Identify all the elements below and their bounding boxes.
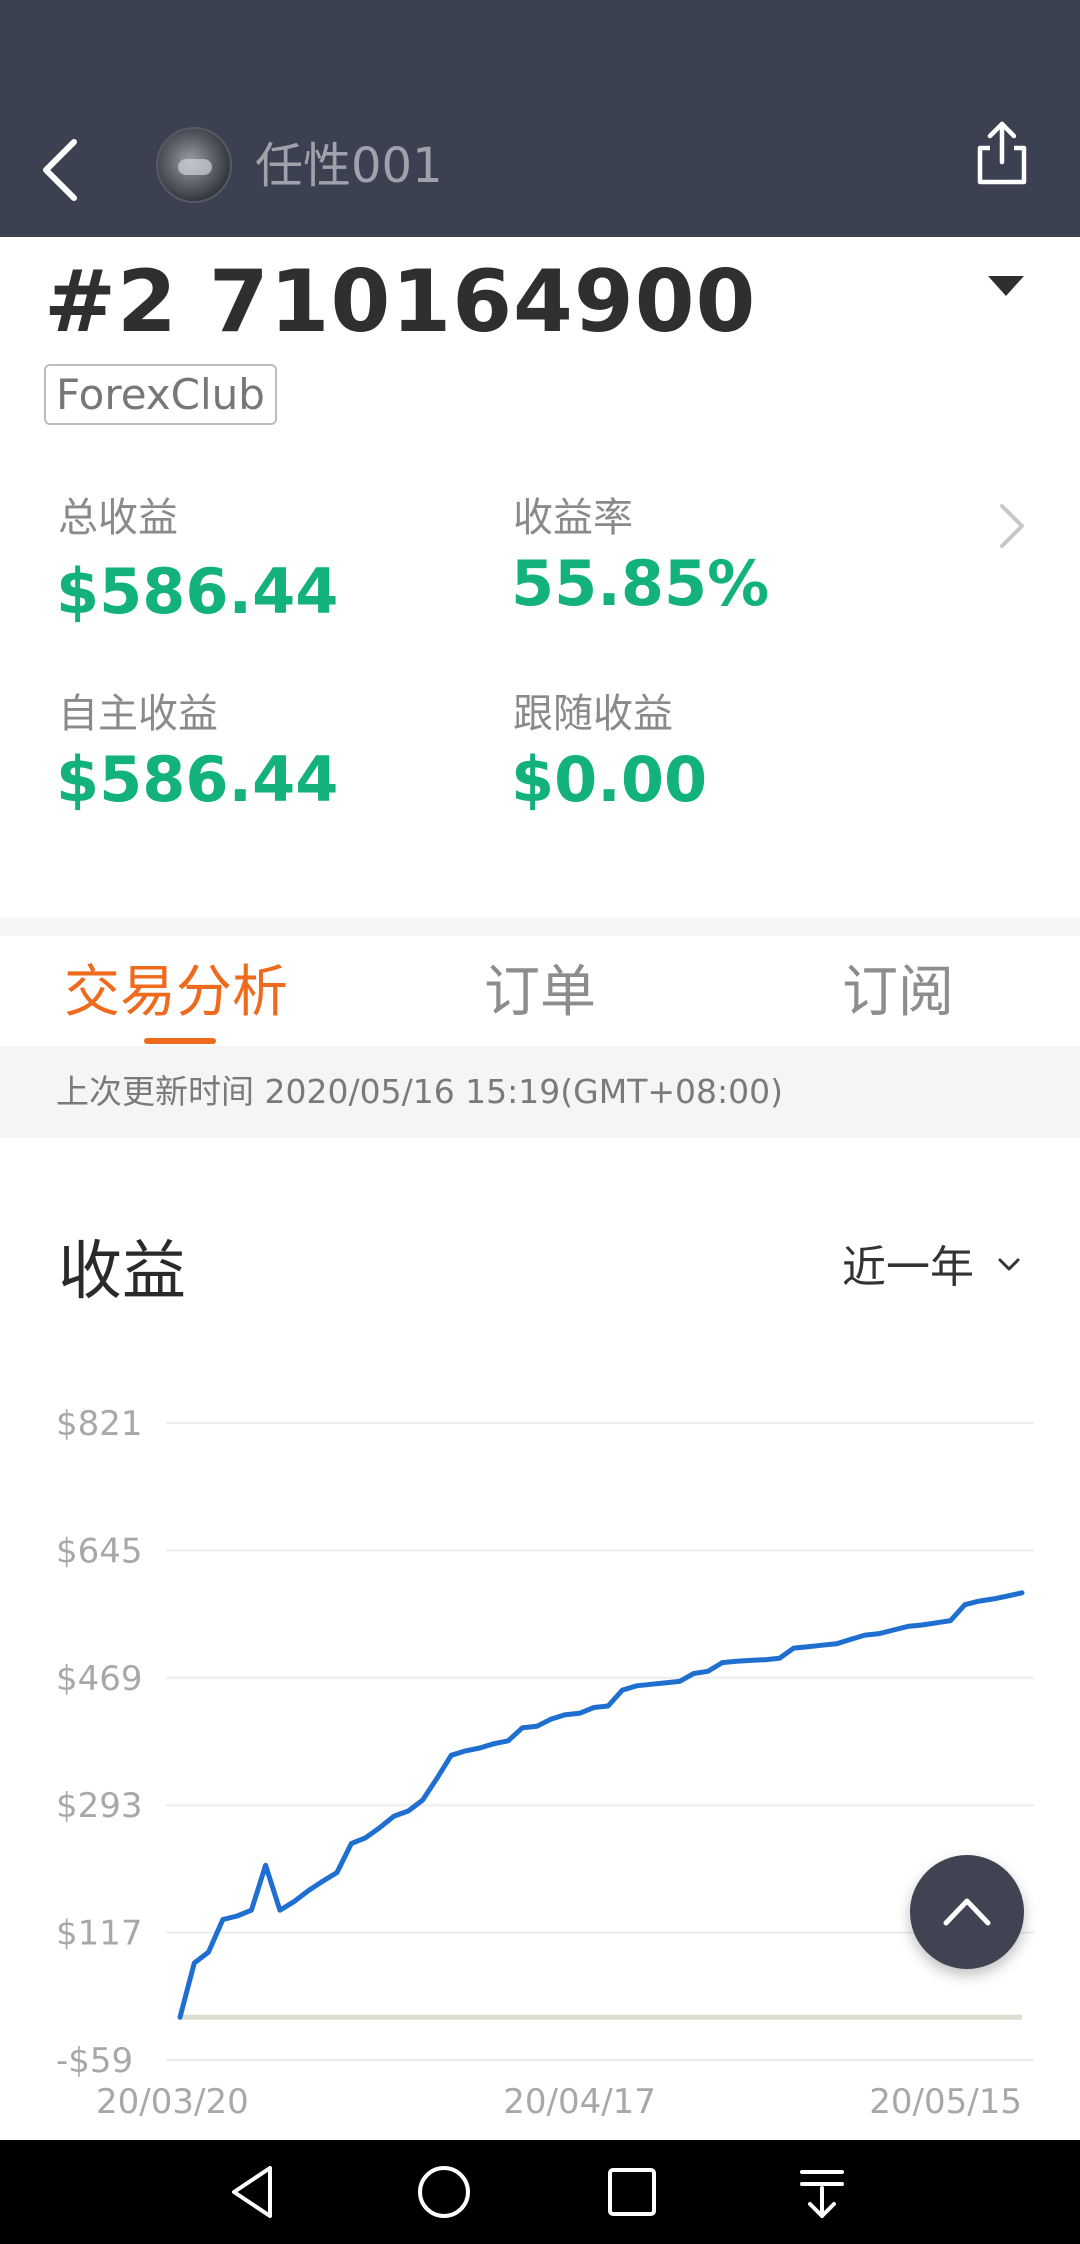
total-profit-value: $586.44: [56, 555, 339, 628]
tab-subscriptions[interactable]: 订阅: [842, 956, 954, 1030]
system-nav-bar: [0, 2140, 1080, 2244]
account-dropdown-icon[interactable]: [988, 276, 1024, 296]
chevron-right-icon[interactable]: [994, 500, 1030, 552]
scroll-to-top-button[interactable]: [910, 1855, 1024, 1969]
nav-back-icon[interactable]: [224, 2160, 288, 2224]
chart-title: 收益: [58, 1235, 186, 1309]
return-rate-value: 55.85%: [511, 547, 770, 620]
avatar[interactable]: [156, 127, 232, 203]
total-profit-label: 总收益: [58, 495, 178, 541]
period-select[interactable]: 近一年: [842, 1240, 974, 1296]
last-update-text: 上次更新时间 2020/05/16 15:19(GMT+08:00): [56, 1072, 783, 1111]
y-tick-label: $469: [56, 1659, 143, 1699]
chevron-down-icon[interactable]: [996, 1256, 1022, 1274]
tab-orders[interactable]: 订单: [484, 956, 596, 1030]
nav-notifications-icon[interactable]: [790, 2160, 854, 2224]
profit-line-chart: $821 $645 $469 $293 $117 -$5920/03/20 20/04/17…: [56, 1404, 1034, 2120]
active-tab-indicator: [144, 1038, 216, 1044]
share-icon[interactable]: [970, 118, 1034, 188]
follow-profit-label: 跟随收益: [513, 691, 673, 737]
x-tick-label: 20/03/20: [96, 2082, 249, 2120]
chevron-up-icon: [943, 1898, 991, 1926]
y-tick-label: $645: [56, 1531, 143, 1571]
back-arrow-icon[interactable]: [34, 132, 94, 208]
x-tick-label: 20/05/15: [869, 2082, 1022, 2120]
broker-badge: ForexClub: [44, 364, 277, 425]
top-app-bar: 任性001: [0, 0, 1080, 237]
follow-profit-value: $0.00: [511, 743, 708, 816]
y-tick-label: $821: [56, 1404, 143, 1444]
section-divider: [0, 918, 1080, 936]
account-number: #2 710164900: [44, 252, 757, 352]
username: 任性001: [255, 138, 443, 194]
own-profit-value: $586.44: [56, 743, 339, 816]
own-profit-label: 自主收益: [58, 691, 218, 737]
y-tick-label: $117: [56, 1914, 143, 1954]
nav-home-icon[interactable]: [412, 2160, 476, 2224]
tab-trade-analysis[interactable]: 交易分析: [64, 956, 288, 1030]
y-tick-label: -$59: [56, 2041, 133, 2081]
nav-recents-icon[interactable]: [600, 2160, 664, 2224]
y-tick-label: $293: [56, 1786, 143, 1826]
return-rate-label: 收益率: [513, 495, 633, 541]
x-tick-label: 20/04/17: [503, 2082, 656, 2120]
